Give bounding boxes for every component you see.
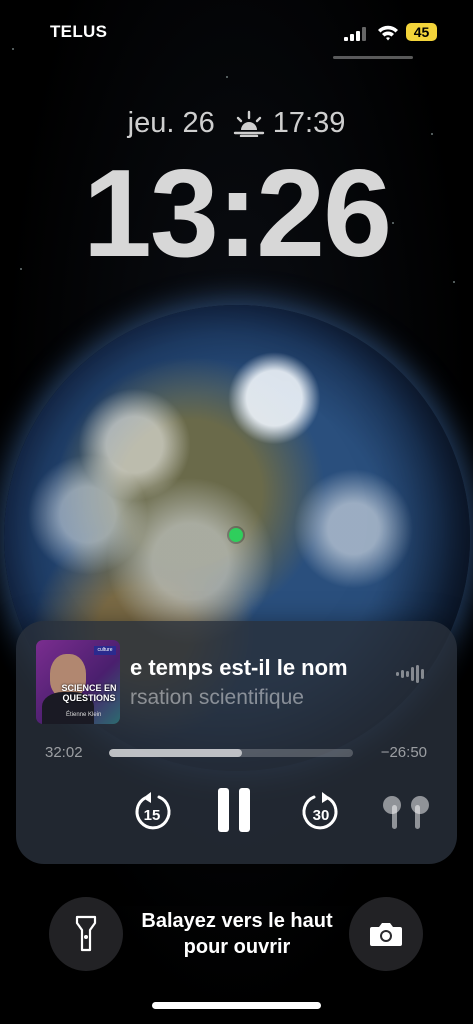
elapsed-time: 32:02 (45, 744, 83, 761)
camera-button[interactable] (349, 897, 423, 971)
track-subtitle: rsation scientifique (130, 686, 304, 709)
artwork-badge: culture (94, 646, 116, 655)
wifi-icon (378, 25, 398, 41)
track-title: e temps est-il le nom (130, 655, 348, 680)
flashlight-button[interactable] (49, 897, 123, 971)
sunset-icon (233, 111, 264, 138)
star (12, 48, 14, 50)
artwork-title: SCIENCE EN QUESTIONS (61, 683, 117, 703)
pause-button[interactable] (215, 785, 253, 835)
sunset-time: 17:39 (272, 106, 346, 139)
control-center-handle[interactable] (333, 56, 413, 59)
camera-icon (370, 923, 402, 946)
remaining-time: −26:50 (380, 744, 427, 761)
star (226, 76, 228, 78)
playback-scrubber[interactable] (109, 749, 353, 757)
home-indicator[interactable] (152, 1002, 321, 1009)
unlock-hint: Balayez vers le haut pour ouvrir (141, 910, 333, 958)
cellular-signal-icon (344, 27, 366, 41)
flashlight-icon (75, 915, 97, 952)
lock-screen: TELUS 45 jeu. 26 17:39 13:26 culture SCI… (0, 0, 473, 1024)
airpods-icon[interactable] (378, 793, 434, 833)
clock-time: 13:26 (82, 145, 392, 283)
skip-forward-30-button[interactable]: 30 (298, 789, 344, 835)
playback-progress-fill (109, 749, 243, 757)
location-dot (229, 528, 243, 542)
artwork-author: Étienne Klein (66, 712, 102, 718)
now-playing-widget[interactable]: culture SCIENCE EN QUESTIONS Étienne Kle… (16, 621, 457, 864)
date-row: jeu. 26 17:39 (0, 106, 473, 146)
audio-waveform-icon (396, 665, 424, 683)
carrier-name: TELUS (50, 22, 108, 41)
status-bar: TELUS 45 (0, 18, 473, 48)
skip-forward-label: 30 (313, 807, 330, 824)
battery-indicator: 45 (406, 23, 437, 41)
skip-back-15-button[interactable]: 15 (129, 789, 175, 835)
podcast-artwork[interactable]: culture SCIENCE EN QUESTIONS Étienne Kle… (36, 640, 120, 724)
skip-back-label: 15 (144, 807, 161, 824)
date-label: jeu. 26 (127, 106, 215, 139)
